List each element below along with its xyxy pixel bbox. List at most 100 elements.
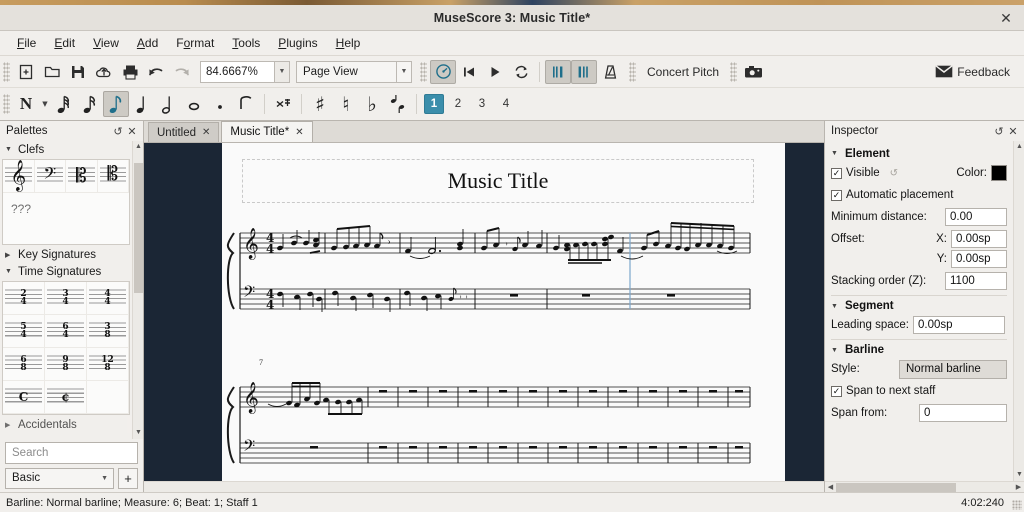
palettes-scrollbar[interactable]: ▲ ▼ <box>132 141 143 439</box>
inspector-vertical-scrollbar[interactable]: ▲ ▼ <box>1013 141 1024 481</box>
zoom-dropdown-chevron-down-icon[interactable]: ▼ <box>274 61 290 83</box>
palette-cell-treble-clef[interactable]: 𝄞 <box>3 160 35 193</box>
palette-category-clefs[interactable]: ▼ Clefs <box>0 141 132 158</box>
scroll-right-arrow-icon[interactable]: ▶ <box>1013 482 1024 492</box>
inspector-hscroll-thumb[interactable] <box>836 483 956 492</box>
voice-4-button[interactable]: 4 <box>496 94 516 114</box>
stacking-order-input[interactable]: 1100 <box>945 272 1007 290</box>
scroll-down-arrow-icon[interactable]: ▼ <box>1014 469 1024 481</box>
score-canvas[interactable]: Music Title <box>144 143 824 492</box>
inspector-section-element[interactable]: ▼ Element <box>831 143 1007 162</box>
palette-cell-tenor-clef[interactable]: 𝄡 <box>98 160 130 193</box>
note-toolbar-grip[interactable] <box>3 94 10 114</box>
inspector-horizontal-scrollbar[interactable]: ◀ ▶ <box>825 481 1024 492</box>
flat-icon[interactable]: ♭ <box>359 91 385 117</box>
tab-close-icon[interactable]: ✕ <box>295 127 303 138</box>
workspace-select[interactable]: Basic ▼ <box>5 468 114 489</box>
score-title-text[interactable]: Music Title <box>448 168 549 194</box>
palette-category-time-signatures[interactable]: ▼ Time Signatures <box>0 263 132 280</box>
save-online-icon[interactable] <box>91 60 117 84</box>
voice-2-button[interactable]: 2 <box>448 94 468 114</box>
scroll-up-arrow-icon[interactable]: ▲ <box>133 141 143 153</box>
view-mode-chevron-down-icon[interactable]: ▼ <box>396 61 412 83</box>
scroll-left-arrow-icon[interactable]: ◀ <box>825 482 836 492</box>
palette-cell-time-cut[interactable]: ¢ <box>45 381 87 414</box>
span-to-next-staff-checkbox[interactable]: ✓ <box>831 386 842 397</box>
concert-pitch-button[interactable]: Concert Pitch <box>639 65 727 79</box>
inspector-close-icon[interactable]: ✕ <box>1006 125 1020 138</box>
palette-cell-alto-clef[interactable]: 𝄡 <box>66 160 98 193</box>
duration-half-icon[interactable] <box>155 91 181 117</box>
undo-icon[interactable] <box>143 60 169 84</box>
sharp-icon[interactable]: ♯ <box>307 91 333 117</box>
palette-cell-time-4-4[interactable]: 44 <box>87 282 129 315</box>
metronome-icon[interactable] <box>597 60 623 84</box>
window-close-button[interactable]: ✕ <box>997 9 1015 27</box>
duration-8th-icon[interactable] <box>103 91 129 117</box>
inspector-undock-icon[interactable]: ↺ <box>992 125 1006 138</box>
view-mode-control[interactable]: Page View ▼ <box>296 61 412 83</box>
zoom-value[interactable]: 84.6667% <box>200 61 274 83</box>
palette-cell-time-2-4[interactable]: 24 <box>3 282 45 315</box>
resize-grip[interactable] <box>1012 500 1022 510</box>
flip-direction-icon[interactable] <box>385 91 411 117</box>
rewind-icon[interactable] <box>456 60 482 84</box>
offset-y-input[interactable]: 0.00sp <box>951 250 1007 268</box>
play-icon[interactable] <box>482 60 508 84</box>
palette-cell-time-3-4[interactable]: 34 <box>45 282 87 315</box>
palette-category-accidentals[interactable]: ▶ Accidentals <box>0 416 132 433</box>
print-icon[interactable] <box>117 60 143 84</box>
duration-quarter-icon[interactable] <box>129 91 155 117</box>
concert-pitch-grip[interactable] <box>629 62 636 82</box>
rest-icon[interactable] <box>270 91 296 117</box>
tie-icon[interactable] <box>233 91 259 117</box>
palettes-close-icon[interactable]: ✕ <box>125 125 139 138</box>
palettes-scroll-thumb[interactable] <box>134 163 143 293</box>
save-score-icon[interactable] <box>65 60 91 84</box>
image-capture-icon[interactable] <box>740 60 766 84</box>
play-repeats-icon[interactable] <box>571 60 597 84</box>
duration-16th-icon[interactable] <box>77 91 103 117</box>
loop-icon[interactable] <box>508 60 534 84</box>
toolbar-grip[interactable] <box>3 62 10 82</box>
play-loop-in-icon[interactable] <box>545 60 571 84</box>
feedback-label[interactable]: Feedback <box>955 65 1024 79</box>
play-panel-icon[interactable] <box>430 60 456 84</box>
reset-visible-icon[interactable]: ↺ <box>890 168 898 179</box>
natural-icon[interactable]: ♮ <box>333 91 359 117</box>
note-input-icon[interactable]: N <box>13 91 39 117</box>
zoom-control[interactable]: 84.6667% ▼ <box>200 61 290 83</box>
tab-close-icon[interactable]: ✕ <box>202 127 210 138</box>
open-score-icon[interactable] <box>39 60 65 84</box>
barline-style-select[interactable]: Normal barline <box>899 360 1007 379</box>
menu-help[interactable]: Help <box>327 33 370 53</box>
voice-1-button[interactable]: 1 <box>424 94 444 114</box>
score-page[interactable]: Music Title <box>222 143 785 492</box>
minimum-distance-input[interactable]: 0.00 <box>945 208 1007 226</box>
menu-plugins[interactable]: Plugins <box>269 33 326 53</box>
menu-add[interactable]: Add <box>128 33 167 53</box>
voice-3-button[interactable]: 3 <box>472 94 492 114</box>
add-workspace-button[interactable]: + <box>118 468 138 489</box>
note-input-chevron-down-icon[interactable]: ▼ <box>39 91 51 117</box>
palettes-undock-icon[interactable]: ↺ <box>111 125 125 138</box>
menu-view[interactable]: View <box>84 33 128 53</box>
inspector-section-barline[interactable]: ▼ Barline <box>831 339 1007 358</box>
menu-tools[interactable]: Tools <box>223 33 269 53</box>
palette-cell-bass-clef[interactable]: 𝄢 <box>35 160 67 193</box>
inspector-section-segment[interactable]: ▼ Segment <box>831 295 1007 314</box>
color-swatch-button[interactable] <box>991 165 1007 181</box>
score-title-frame[interactable]: Music Title <box>242 159 754 203</box>
leading-space-input[interactable]: 0.00sp <box>913 316 1005 334</box>
score-tab-untitled[interactable]: Untitled ✕ <box>148 122 219 142</box>
automatic-placement-checkbox[interactable]: ✓ <box>831 190 842 201</box>
feedback-envelope-icon[interactable] <box>933 60 955 84</box>
new-score-icon[interactable] <box>13 60 39 84</box>
palette-cell-time-5-4[interactable]: 54 <box>3 315 45 348</box>
scroll-up-arrow-icon[interactable]: ▲ <box>1014 141 1024 153</box>
palette-cell-time-common[interactable]: C <box>3 381 45 414</box>
playback-toolbar-grip[interactable] <box>420 62 427 82</box>
palette-search-input[interactable]: Search <box>5 442 138 464</box>
duration-whole-icon[interactable] <box>181 91 207 117</box>
palette-cell-time-3-8[interactable]: 38 <box>87 315 129 348</box>
